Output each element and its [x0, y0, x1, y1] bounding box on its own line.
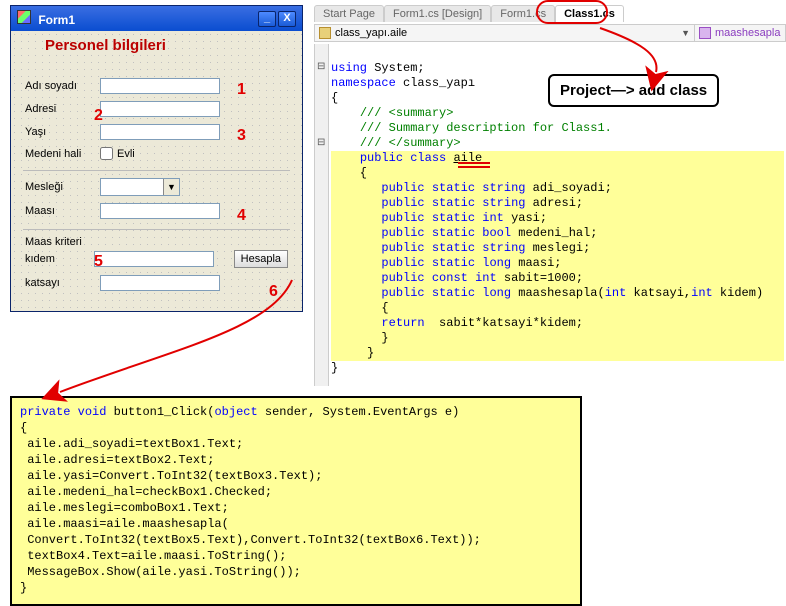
class-icon: [319, 27, 331, 39]
method-icon: [699, 27, 711, 39]
textbox-4[interactable]: [100, 203, 220, 219]
form-window: Form1 _ X Personel bilgileri Adı soyadı …: [10, 5, 303, 312]
hesapla-button[interactable]: Hesapla: [234, 250, 288, 268]
tab-start-page[interactable]: Start Page: [314, 5, 384, 22]
chevron-down-icon: ▼: [163, 179, 179, 195]
ide-tabs: Start Page Form1.cs [Design] Form1.cs Cl…: [314, 5, 624, 22]
editor-gutter: ⊟ ⊟: [315, 44, 329, 386]
callout-add-class: Project—> add class: [548, 74, 719, 107]
class-selector[interactable]: class_yapı.aile ▼: [315, 25, 695, 41]
form-body: Personel bilgileri Adı soyadı Adresi Yaş…: [11, 31, 302, 311]
outline-toggle-icon[interactable]: ⊟: [317, 136, 325, 151]
annotation-6: 6: [269, 283, 278, 301]
outline-toggle-icon[interactable]: ⊟: [317, 60, 325, 75]
class-selector-bar: class_yapı.aile ▼ maashesapla: [314, 24, 786, 42]
tab-form-cs[interactable]: Form1.cs: [491, 5, 555, 22]
label-evli: Evli: [117, 148, 135, 160]
label-yasi: Yaşı: [25, 126, 100, 138]
tab-class1-cs[interactable]: Class1.cs: [555, 5, 624, 22]
window-title: Form1: [38, 13, 75, 27]
event-handler-code: private void button1_Click(object sender…: [10, 396, 582, 606]
tab-form-design[interactable]: Form1.cs [Design]: [384, 5, 491, 22]
label-adresi: Adresi: [25, 103, 100, 115]
annotation-3: 3: [237, 127, 246, 145]
textbox-2[interactable]: [100, 101, 220, 117]
app-icon: [17, 10, 31, 24]
close-button[interactable]: X: [278, 11, 296, 27]
annotation-1: 1: [237, 81, 246, 99]
label-kidem: kıdem: [25, 253, 94, 265]
annotation-4: 4: [237, 207, 246, 225]
minimize-button[interactable]: _: [258, 11, 276, 27]
member-selector-text: maashesapla: [715, 27, 780, 39]
label-meslegi: Mesleği: [25, 181, 100, 193]
annotation-5: 5: [94, 253, 103, 271]
class-selector-text: class_yapı.aile: [335, 27, 407, 39]
combobox-meslegi[interactable]: ▼: [100, 178, 180, 196]
member-selector[interactable]: maashesapla: [695, 25, 785, 41]
label-medeni: Medeni hali: [25, 148, 100, 160]
annotation-2: 2: [94, 107, 103, 125]
textbox-6[interactable]: [100, 275, 220, 291]
checkbox-evli[interactable]: [100, 147, 113, 160]
textbox-5[interactable]: [94, 251, 214, 267]
textbox-3[interactable]: [100, 124, 220, 140]
label-maasi: Maası: [25, 205, 100, 217]
textbox-1[interactable]: [100, 78, 220, 94]
label-maaskriteri: Maas kriteri: [25, 236, 100, 248]
titlebar[interactable]: Form1 _ X: [11, 6, 302, 31]
chevron-down-icon: ▼: [681, 28, 690, 38]
group-title: Personel bilgileri: [45, 37, 166, 54]
label-adsoyad: Adı soyadı: [25, 80, 100, 92]
label-katsayi: katsayı: [25, 277, 100, 289]
